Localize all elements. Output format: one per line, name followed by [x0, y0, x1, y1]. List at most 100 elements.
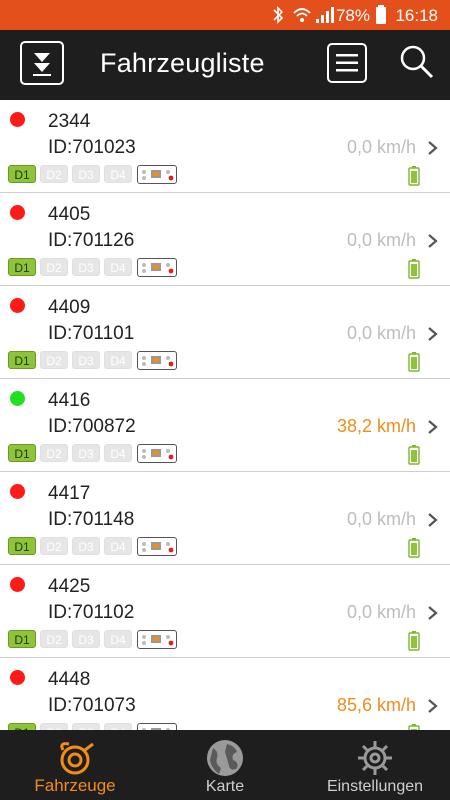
battery-level-icon: [408, 166, 420, 186]
vehicle-name: 4409: [48, 297, 91, 318]
chevron-right-icon: [428, 327, 438, 341]
battery-level-icon: [408, 538, 420, 558]
driver-badge-d3: D3: [72, 258, 100, 276]
vehicle-row[interactable]: 4448 ID:701073 85,6 km/h D1 D2 D3 D4: [0, 658, 450, 730]
driver-badge-d1: D1: [8, 351, 36, 369]
vehicle-row[interactable]: 4409 ID:701101 0,0 km/h D1 D2 D3 D4: [0, 286, 450, 379]
vehicle-name: 4417: [48, 483, 91, 504]
vehicle-row[interactable]: 4416 ID:700872 38,2 km/h D1 D2 D3 D4: [0, 379, 450, 472]
driver-badge-d1: D1: [8, 444, 36, 462]
status-dot: [10, 391, 25, 406]
battery-percent: 78%: [335, 6, 370, 25]
arrow-down-icon: [33, 53, 51, 76]
search-button[interactable]: [397, 42, 437, 82]
chevron-right-icon: [428, 606, 438, 620]
tab-karte-label: Karte: [205, 778, 245, 795]
vehicle-id: ID:701126: [48, 230, 135, 251]
chevron-right-icon: [428, 513, 438, 527]
horn-icon: [60, 742, 94, 775]
status-bar: 78% 16:18: [0, 0, 450, 30]
page-title: Fahrzeugliste: [100, 48, 265, 78]
driver-badge-d4: D4: [104, 165, 132, 183]
vehicle-list: 2344 ID:701023 0,0 km/h D1 D2 D3 D4 4405 ID:7011…: [0, 100, 450, 730]
signal-icon: [316, 7, 334, 23]
battery-level-icon: [408, 259, 420, 279]
tab-einstellungen-label: Einstellungen: [326, 778, 424, 795]
driver-badge-d1: D1: [8, 258, 36, 276]
vehicle-speed: 0,0 km/h: [346, 230, 416, 250]
status-dot: [10, 112, 25, 127]
driver-badge-d4: D4: [104, 723, 132, 730]
driver-badge-d3: D3: [72, 444, 100, 462]
driver-badge-d4: D4: [104, 351, 132, 369]
driver-badge-d3: D3: [72, 630, 100, 648]
vehicle-name: 4405: [48, 204, 91, 225]
clock: 16:18: [395, 6, 438, 25]
driver-badge-d4: D4: [104, 630, 132, 648]
search-icon: [400, 45, 434, 79]
status-dot: [10, 298, 25, 313]
menu-icon: [336, 54, 358, 72]
driver-badge-d2: D2: [40, 444, 68, 462]
vehicle-id: ID:701102: [48, 602, 135, 623]
battery-level-icon: [408, 631, 420, 651]
device-status-icon: [137, 444, 177, 463]
tab-karte[interactable]: Karte: [150, 730, 300, 800]
vehicle-id: ID:701023: [48, 137, 136, 158]
chevron-right-icon: [428, 234, 438, 248]
driver-badge-d1: D1: [8, 723, 36, 730]
device-status-icon: [137, 351, 177, 370]
driver-badge-d1: D1: [8, 537, 36, 555]
driver-badge-d4: D4: [104, 444, 132, 462]
driver-badge-d2: D2: [40, 258, 68, 276]
driver-badge-d1: D1: [8, 165, 36, 183]
battery-level-icon: [408, 352, 420, 372]
gear-icon: [358, 741, 392, 775]
driver-badge-d2: D2: [40, 723, 68, 730]
vehicle-speed: 0,0 km/h: [346, 137, 416, 157]
driver-badge-d3: D3: [72, 723, 100, 730]
device-status-icon: [137, 258, 177, 277]
battery-level-icon: [408, 445, 420, 465]
driver-badge-d2: D2: [40, 537, 68, 555]
bluetooth-icon: [273, 6, 284, 24]
driver-badge-d2: D2: [40, 351, 68, 369]
status-dot: [10, 670, 25, 685]
driver-badge-d3: D3: [72, 351, 100, 369]
device-status-icon: [137, 537, 177, 556]
bottom-navigation: Fahrzeuge Karte Einstellungen: [0, 730, 450, 800]
status-dot: [10, 577, 25, 592]
driver-badge-d3: D3: [72, 165, 100, 183]
device-status-icon: [137, 630, 177, 649]
driver-badge-d4: D4: [104, 537, 132, 555]
driver-badge-d4: D4: [104, 258, 132, 276]
vehicle-speed: 38,2 km/h: [336, 416, 416, 436]
vehicle-row[interactable]: 2344 ID:701023 0,0 km/h D1 D2 D3 D4: [0, 100, 450, 193]
vehicle-name: 4416: [48, 390, 91, 411]
vehicle-speed: 85,6 km/h: [336, 695, 416, 715]
tab-einstellungen[interactable]: Einstellungen: [300, 730, 450, 800]
driver-badge-d3: D3: [72, 537, 100, 555]
vehicle-name: 2344: [48, 111, 91, 132]
device-status-icon: [137, 165, 177, 184]
menu-button[interactable]: [327, 43, 367, 83]
vehicle-id: ID:701148: [48, 509, 135, 530]
vehicle-speed: 0,0 km/h: [346, 509, 416, 529]
vehicle-row[interactable]: 4417 ID:701148 0,0 km/h D1 D2 D3 D4: [0, 472, 450, 565]
driver-badge-d2: D2: [40, 630, 68, 648]
wifi-icon: [293, 8, 311, 22]
chevron-right-icon: [428, 420, 438, 434]
vehicle-row[interactable]: 4405 ID:701126 0,0 km/h D1 D2 D3 D4: [0, 193, 450, 286]
tab-fahrzeuge-label: Fahrzeuge: [34, 776, 116, 795]
chevron-right-icon: [428, 699, 438, 713]
vehicle-id: ID:700872: [48, 416, 136, 437]
globe-icon: [207, 740, 243, 776]
app-bar: Fahrzeugliste: [0, 30, 450, 100]
vehicle-row[interactable]: 4425 ID:701102 0,0 km/h D1 D2 D3 D4: [0, 565, 450, 658]
status-dot: [10, 484, 25, 499]
collapse-button[interactable]: [20, 41, 64, 85]
status-dot: [10, 205, 25, 220]
device-status-icon: [137, 723, 177, 730]
tab-fahrzeuge[interactable]: Fahrzeuge: [0, 730, 150, 800]
vehicle-speed: 0,0 km/h: [346, 602, 416, 622]
